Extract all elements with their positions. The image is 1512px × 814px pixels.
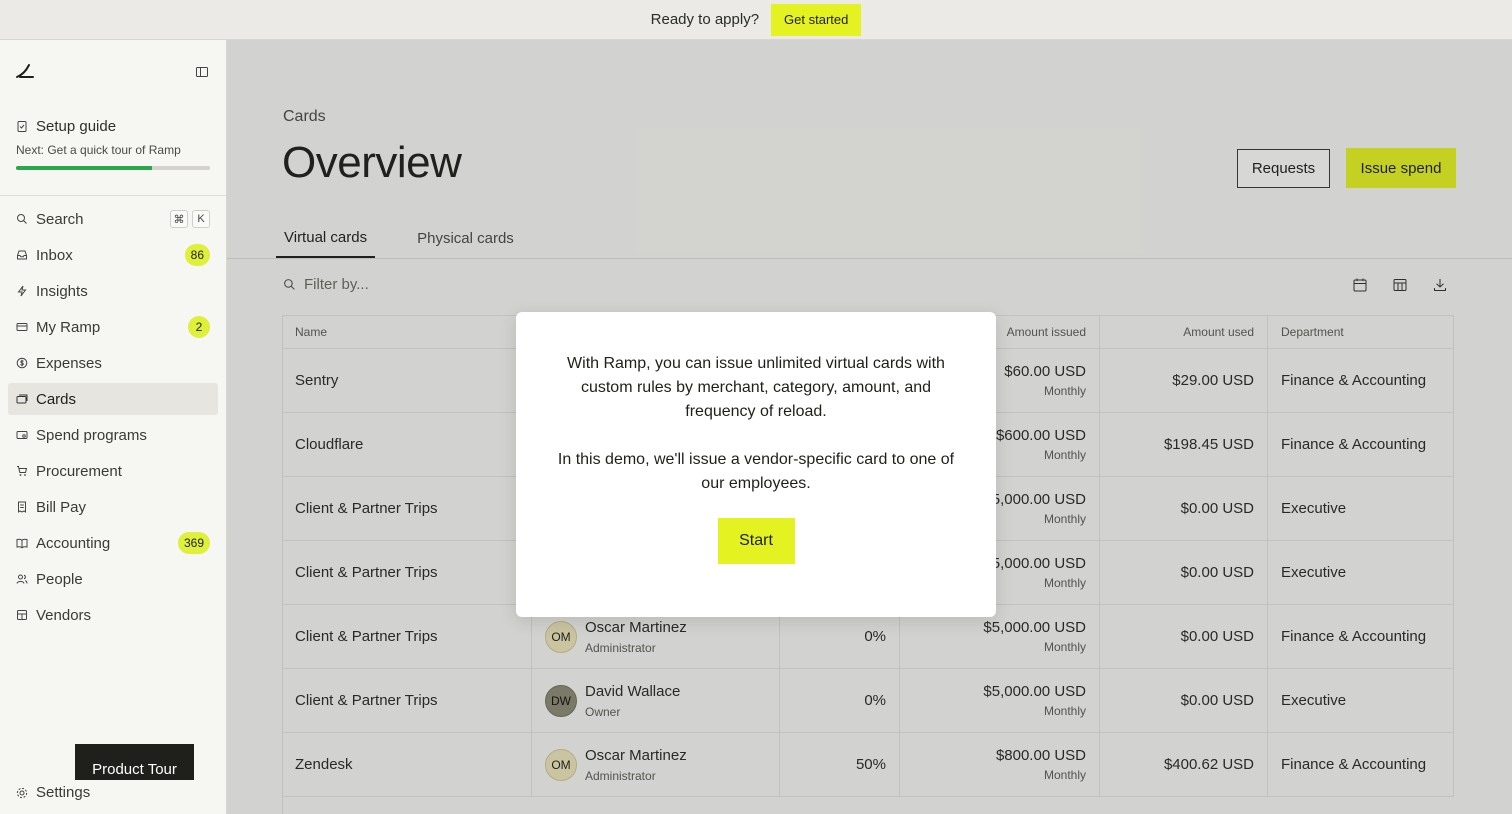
sidebar-item-search[interactable]: Search ⌘ K <box>8 203 218 235</box>
sidebar-item-label: My Ramp <box>36 318 101 336</box>
people-icon <box>16 574 28 584</box>
sidebar-item-cards[interactable]: Cards <box>8 383 218 415</box>
sidebar-item-label: Vendors <box>36 606 92 624</box>
get-started-button[interactable]: Get started <box>771 3 862 36</box>
vendors-icon <box>17 610 27 620</box>
sidebar-item-spend-programs[interactable]: Spend programs <box>8 419 218 451</box>
bill-icon <box>18 501 26 513</box>
sidebar-item-my-ramp[interactable]: My Ramp 2 <box>8 311 218 343</box>
sidebar-item-label: People <box>36 570 83 588</box>
search-icon <box>17 214 27 224</box>
sidebar-item-expenses[interactable]: Expenses <box>8 347 218 379</box>
sidebar-item-label: Bill Pay <box>36 498 87 516</box>
sidebar-item-people[interactable]: People <box>8 563 218 595</box>
sidebar-divider <box>0 195 226 196</box>
spend-programs-icon <box>16 431 28 439</box>
book-icon <box>16 538 28 549</box>
my-ramp-count-badge: 2 <box>188 316 210 338</box>
inbox-count-badge: 86 <box>184 244 210 266</box>
product-tour-button[interactable]: Product Tour <box>75 744 194 780</box>
sidebar-collapse-icon[interactable] <box>194 64 210 80</box>
sidebar-item-label: Expenses <box>36 354 102 372</box>
sidebar-item-label: Accounting <box>36 534 111 552</box>
modal-text-intro: With Ramp, you can issue unlimited virtu… <box>567 355 945 420</box>
bolt-icon <box>17 285 27 297</box>
settings-label: Settings <box>36 784 91 801</box>
card-icon <box>16 323 28 331</box>
sidebar-item-label: Inbox <box>36 246 73 264</box>
sidebar-item-vendors[interactable]: Vendors <box>8 599 218 631</box>
sidebar-item-settings[interactable]: Settings <box>16 784 90 801</box>
sidebar-item-label: Insights <box>36 282 88 300</box>
setup-guide-next: Next: Get a quick tour of Ramp <box>16 143 181 157</box>
setup-guide-title: Setup guide <box>36 117 117 135</box>
setup-progress-bar <box>16 166 210 170</box>
tour-modal: With Ramp, you can issue unlimited virtu… <box>516 312 996 617</box>
sidebar-item-label: Search <box>36 210 84 228</box>
setup-progress-fill <box>16 166 152 170</box>
inbox-icon <box>17 250 27 260</box>
ramp-logo-icon[interactable] <box>14 62 36 80</box>
top-banner: Ready to apply? Get started <box>0 0 1512 40</box>
cards-icon <box>16 394 28 404</box>
gear-icon <box>16 787 28 798</box>
shortcut-k-key: K <box>192 210 210 228</box>
sidebar: Setup guide Next: Get a quick tour of Ra… <box>0 40 227 814</box>
setup-guide[interactable]: Setup guide Next: Get a quick tour of Ra… <box>16 116 210 170</box>
sidebar-item-insights[interactable]: Insights <box>8 275 218 307</box>
start-button[interactable]: Start <box>717 518 795 564</box>
modal-text-demo: In this demo, we'll issue a vendor-speci… <box>557 451 955 492</box>
sidebar-item-bill-pay[interactable]: Bill Pay <box>8 491 218 523</box>
sidebar-item-label: Procurement <box>36 462 122 480</box>
shortcut-cmd-key: ⌘ <box>170 210 188 228</box>
cart-icon <box>17 466 28 476</box>
sidebar-item-accounting[interactable]: Accounting 369 <box>8 527 218 559</box>
dollar-icon <box>16 357 28 369</box>
sidebar-item-label: Spend programs <box>36 426 147 444</box>
clipboard-icon <box>17 121 27 132</box>
sidebar-nav: Search ⌘ K Inbox 86 Insights My Ramp 2 E… <box>8 203 218 635</box>
sidebar-item-procurement[interactable]: Procurement <box>8 455 218 487</box>
accounting-count-badge: 369 <box>177 532 210 554</box>
banner-text: Ready to apply? <box>650 11 760 28</box>
sidebar-item-inbox[interactable]: Inbox 86 <box>8 239 218 271</box>
sidebar-item-label: Cards <box>36 390 77 408</box>
